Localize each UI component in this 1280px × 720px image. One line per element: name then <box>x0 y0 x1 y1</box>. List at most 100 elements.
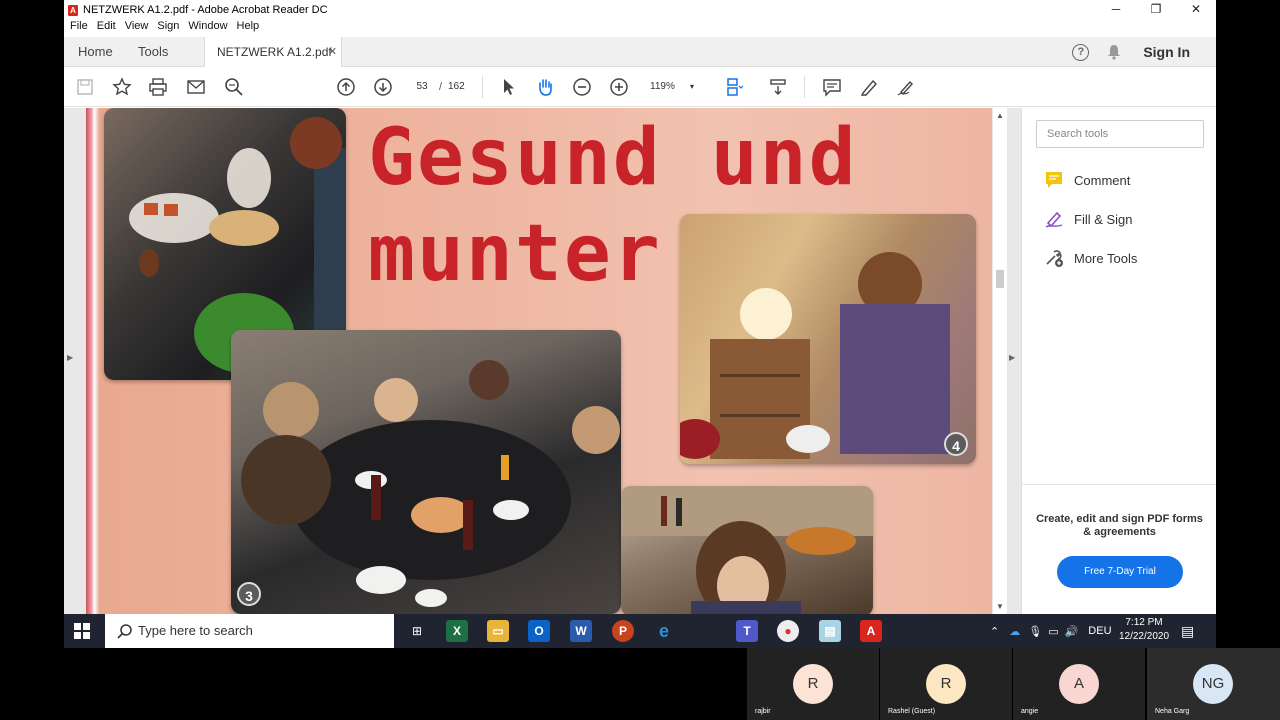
left-pane-toggle-icon[interactable]: ▶ <box>67 353 73 362</box>
hand-tool-icon[interactable] <box>533 76 557 98</box>
tool-fill-sign[interactable]: Fill & Sign <box>1044 209 1133 229</box>
header-actions: ? Sign In <box>1072 37 1216 67</box>
photo-girl-bedroom-image <box>680 214 976 464</box>
participant-tile[interactable]: R rajbir <box>747 648 879 720</box>
participant-name: angie <box>1021 708 1039 715</box>
tray-chevron-icon[interactable]: ⌃ <box>990 625 999 638</box>
edge-browser-icon[interactable]: e <box>653 620 675 642</box>
page-total: 162 <box>448 81 465 92</box>
close-tab-button[interactable]: ✕ <box>328 37 337 67</box>
search-zoom-icon[interactable] <box>222 76 246 98</box>
maximize-button[interactable]: ❐ <box>1136 0 1176 20</box>
select-cursor-icon[interactable] <box>496 76 520 98</box>
menu-help[interactable]: Help <box>237 20 260 36</box>
sign-in-button[interactable]: Sign In <box>1143 44 1190 60</box>
page-display-icon[interactable] <box>722 76 746 98</box>
input-language[interactable]: DEU <box>1088 625 1111 637</box>
excel-app-icon[interactable]: X <box>446 620 468 642</box>
participant-tile[interactable]: R Rashel (Guest) <box>880 648 1012 720</box>
free-trial-button[interactable]: Free 7-Day Trial <box>1057 556 1183 588</box>
menu-file[interactable]: File <box>70 20 88 36</box>
tab-document[interactable]: NETZWERK A1.2.pdf ✕ <box>204 37 342 67</box>
taskbar-search-box[interactable]: Type here to search <box>105 614 394 648</box>
tab-document-label: NETZWERK A1.2.pdf <box>217 45 332 59</box>
toolbar: 53 / 162 119% ▾ <box>64 68 1216 107</box>
tab-home[interactable]: Home <box>78 37 113 67</box>
highlight-pen-icon[interactable] <box>857 76 881 98</box>
photo-girl-kitchen <box>621 486 873 614</box>
scroll-down-icon[interactable]: ▼ <box>996 602 1004 611</box>
tool-more-tools[interactable]: More Tools <box>1044 248 1137 268</box>
save-icon[interactable] <box>73 76 97 98</box>
chevron-down-icon: ▾ <box>690 82 695 91</box>
windows-start-icon[interactable] <box>74 623 90 639</box>
vertical-scrollbar[interactable]: ▲ ▼ <box>993 108 1007 614</box>
sign-pen-icon[interactable] <box>894 76 918 98</box>
teams-app-icon[interactable]: T <box>736 620 758 642</box>
outlook-app-icon[interactable]: O <box>528 620 550 642</box>
print-icon[interactable] <box>146 76 170 98</box>
comment-icon[interactable] <box>820 76 844 98</box>
scrollbar-thumb[interactable] <box>996 270 1004 288</box>
window-controls: ─ ❐ ✕ <box>1096 0 1216 20</box>
fill-sign-tool-icon <box>1044 209 1064 229</box>
bookmark-star-icon[interactable] <box>110 76 134 98</box>
tool-comment[interactable]: Comment <box>1044 170 1130 190</box>
photo-girl-bedroom: 4 <box>680 214 976 464</box>
minimize-button[interactable]: ─ <box>1096 0 1136 20</box>
zoom-level-dropdown[interactable]: 119% ▾ <box>650 78 700 96</box>
participant-avatar: R <box>926 664 966 704</box>
tab-tools[interactable]: Tools <box>138 37 168 67</box>
scroll-up-icon[interactable]: ▲ <box>996 111 1004 120</box>
menu-bar: File Edit View Sign Window Help <box>64 20 262 36</box>
photo-number-badge: 3 <box>237 582 261 606</box>
next-page-icon[interactable] <box>371 76 395 98</box>
participant-tile[interactable]: NG Neha Garg <box>1147 648 1280 720</box>
task-view-icon[interactable]: ⊞ <box>406 620 428 642</box>
bell-icon[interactable] <box>1107 44 1121 60</box>
clock-date: 12/22/2020 <box>1118 631 1170 642</box>
close-window-button[interactable]: ✕ <box>1176 0 1216 20</box>
photo-girl-kitchen-image <box>621 486 873 614</box>
scroll-mode-icon[interactable] <box>766 76 790 98</box>
volume-icon[interactable]: 🔊 <box>1065 625 1079 638</box>
page-number-input[interactable]: 53 <box>407 78 437 96</box>
page-separator: / <box>439 81 443 93</box>
screen: A NETZWERK A1.2.pdf - Adobe Acrobat Read… <box>0 0 1280 720</box>
comment-tool-icon <box>1044 170 1064 190</box>
clock-time: 7:12 PM <box>1125 617 1163 628</box>
menu-edit[interactable]: Edit <box>97 20 116 36</box>
toolbar-divider <box>804 76 805 98</box>
word-app-icon[interactable]: W <box>570 620 592 642</box>
right-pane-toggle-icon[interactable]: ▶ <box>1009 353 1015 362</box>
network-icon[interactable]: ▭ <box>1048 625 1058 638</box>
notes-app-icon[interactable]: ▤ <box>819 620 841 642</box>
chrome-browser-icon[interactable]: ● <box>777 620 799 642</box>
participant-name: rajbir <box>755 708 771 715</box>
participant-name: Neha Garg <box>1155 708 1190 715</box>
zoom-out-icon[interactable] <box>570 76 594 98</box>
participant-tile[interactable]: A angie <box>1013 648 1145 720</box>
microphone-icon[interactable]: 🎙 <box>1028 625 1042 638</box>
previous-page-icon[interactable] <box>334 76 358 98</box>
title-bar: A NETZWERK A1.2.pdf - Adobe Acrobat Read… <box>64 0 1216 20</box>
notifications-icon[interactable]: ▤ <box>1181 614 1194 648</box>
menu-sign[interactable]: Sign <box>157 20 179 36</box>
onedrive-icon[interactable]: ☁ <box>1009 625 1020 638</box>
acrobat-taskbar-icon[interactable]: A <box>860 620 882 642</box>
menu-window[interactable]: Window <box>188 20 227 36</box>
document-viewport[interactable]: ▶ Gesund und munter 3 4 ▲ ▼ ▶ <box>64 108 1021 614</box>
file-explorer-icon[interactable]: ▭ <box>487 620 509 642</box>
powerpoint-app-icon[interactable]: P <box>612 620 634 642</box>
zoom-in-icon[interactable] <box>607 76 631 98</box>
taskbar-clock[interactable]: 7:12 PM 12/22/2020 <box>1116 616 1172 644</box>
help-icon[interactable]: ? <box>1072 43 1090 61</box>
photo-dinner-group: 3 <box>231 330 621 614</box>
search-icon <box>117 624 132 639</box>
email-icon[interactable] <box>184 76 208 98</box>
menu-view[interactable]: View <box>125 20 149 36</box>
search-tools-input[interactable]: Search tools <box>1036 120 1204 148</box>
acrobat-window: A NETZWERK A1.2.pdf - Adobe Acrobat Read… <box>64 0 1216 614</box>
more-tools-icon <box>1044 248 1064 268</box>
participant-avatar: NG <box>1193 664 1233 704</box>
